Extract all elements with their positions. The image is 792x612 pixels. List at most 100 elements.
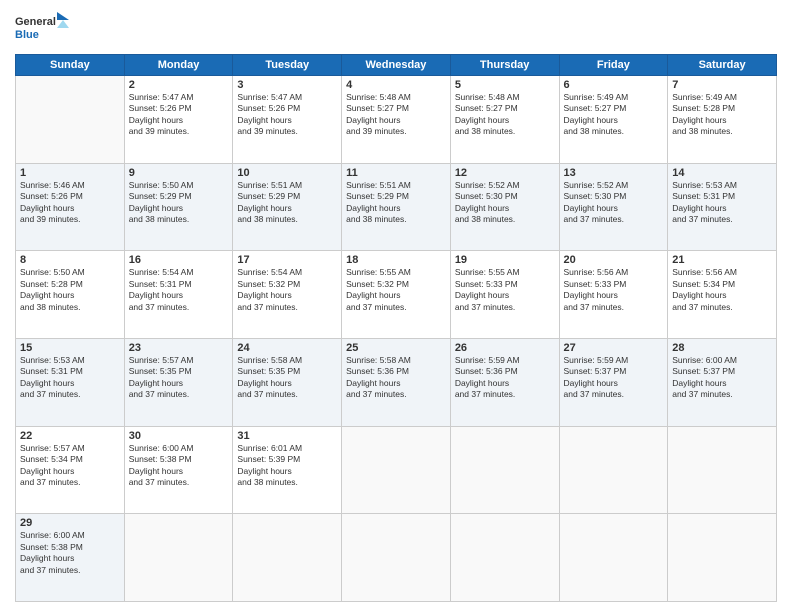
day-info: Sunrise: 5:56 AMSunset: 5:33 PMDaylight … xyxy=(564,267,629,311)
calendar-day-cell: 8Sunrise: 5:50 AMSunset: 5:28 PMDaylight… xyxy=(16,251,125,339)
calendar-day-cell: 29Sunrise: 6:00 AMSunset: 5:38 PMDayligh… xyxy=(16,514,125,602)
day-number: 17 xyxy=(237,254,337,266)
day-info: Sunrise: 5:47 AMSunset: 5:26 PMDaylight … xyxy=(237,92,302,136)
day-number: 22 xyxy=(20,430,120,442)
calendar-day-cell: 15Sunrise: 5:53 AMSunset: 5:31 PMDayligh… xyxy=(16,338,125,426)
calendar-day-cell: 25Sunrise: 5:58 AMSunset: 5:36 PMDayligh… xyxy=(342,338,451,426)
day-header: Friday xyxy=(559,55,668,76)
day-header: Monday xyxy=(124,55,233,76)
empty-cell xyxy=(16,76,125,164)
calendar-day-cell: 11Sunrise: 5:51 AMSunset: 5:29 PMDayligh… xyxy=(342,163,451,251)
calendar-week-row: 1Sunrise: 5:46 AMSunset: 5:26 PMDaylight… xyxy=(16,163,777,251)
calendar-day-cell: 6Sunrise: 5:49 AMSunset: 5:27 PMDaylight… xyxy=(559,76,668,164)
day-number: 24 xyxy=(237,342,337,354)
day-header: Thursday xyxy=(450,55,559,76)
day-info: Sunrise: 5:53 AMSunset: 5:31 PMDaylight … xyxy=(20,355,85,399)
day-number: 12 xyxy=(455,167,555,179)
calendar-table: SundayMondayTuesdayWednesdayThursdayFrid… xyxy=(15,54,777,602)
day-info: Sunrise: 5:59 AMSunset: 5:36 PMDaylight … xyxy=(455,355,520,399)
day-info: Sunrise: 5:56 AMSunset: 5:34 PMDaylight … xyxy=(672,267,737,311)
day-header: Tuesday xyxy=(233,55,342,76)
calendar-day-cell: 2Sunrise: 5:47 AMSunset: 5:26 PMDaylight… xyxy=(124,76,233,164)
day-number: 16 xyxy=(129,254,229,266)
empty-cell xyxy=(668,426,777,514)
empty-cell xyxy=(559,426,668,514)
calendar-week-row: 15Sunrise: 5:53 AMSunset: 5:31 PMDayligh… xyxy=(16,338,777,426)
day-info: Sunrise: 5:49 AMSunset: 5:27 PMDaylight … xyxy=(564,92,629,136)
day-number: 31 xyxy=(237,430,337,442)
calendar-day-cell: 21Sunrise: 5:56 AMSunset: 5:34 PMDayligh… xyxy=(668,251,777,339)
logo: General Blue xyxy=(15,10,70,48)
day-number: 14 xyxy=(672,167,772,179)
day-info: Sunrise: 5:50 AMSunset: 5:28 PMDaylight … xyxy=(20,267,85,311)
day-info: Sunrise: 5:55 AMSunset: 5:33 PMDaylight … xyxy=(455,267,520,311)
empty-cell xyxy=(450,514,559,602)
empty-cell xyxy=(342,514,451,602)
day-number: 2 xyxy=(129,79,229,91)
day-number: 29 xyxy=(20,517,120,529)
calendar-day-cell: 31Sunrise: 6:01 AMSunset: 5:39 PMDayligh… xyxy=(233,426,342,514)
day-info: Sunrise: 5:51 AMSunset: 5:29 PMDaylight … xyxy=(346,180,411,224)
logo-svg: General Blue xyxy=(15,10,70,48)
calendar-day-cell: 5Sunrise: 5:48 AMSunset: 5:27 PMDaylight… xyxy=(450,76,559,164)
day-info: Sunrise: 5:52 AMSunset: 5:30 PMDaylight … xyxy=(455,180,520,224)
header: General Blue xyxy=(15,10,777,48)
calendar-day-cell: 18Sunrise: 5:55 AMSunset: 5:32 PMDayligh… xyxy=(342,251,451,339)
day-number: 19 xyxy=(455,254,555,266)
day-header: Wednesday xyxy=(342,55,451,76)
day-info: Sunrise: 5:49 AMSunset: 5:28 PMDaylight … xyxy=(672,92,737,136)
calendar-day-cell: 19Sunrise: 5:55 AMSunset: 5:33 PMDayligh… xyxy=(450,251,559,339)
day-info: Sunrise: 5:50 AMSunset: 5:29 PMDaylight … xyxy=(129,180,194,224)
day-info: Sunrise: 5:58 AMSunset: 5:36 PMDaylight … xyxy=(346,355,411,399)
day-number: 8 xyxy=(20,254,120,266)
day-number: 1 xyxy=(20,167,120,179)
day-number: 28 xyxy=(672,342,772,354)
day-info: Sunrise: 6:00 AMSunset: 5:38 PMDaylight … xyxy=(129,443,194,487)
day-info: Sunrise: 5:57 AMSunset: 5:34 PMDaylight … xyxy=(20,443,85,487)
calendar-day-cell: 4Sunrise: 5:48 AMSunset: 5:27 PMDaylight… xyxy=(342,76,451,164)
day-number: 23 xyxy=(129,342,229,354)
day-info: Sunrise: 5:48 AMSunset: 5:27 PMDaylight … xyxy=(455,92,520,136)
day-number: 18 xyxy=(346,254,446,266)
day-number: 10 xyxy=(237,167,337,179)
day-info: Sunrise: 5:51 AMSunset: 5:29 PMDaylight … xyxy=(237,180,302,224)
day-info: Sunrise: 5:54 AMSunset: 5:32 PMDaylight … xyxy=(237,267,302,311)
calendar-day-cell: 20Sunrise: 5:56 AMSunset: 5:33 PMDayligh… xyxy=(559,251,668,339)
svg-text:Blue: Blue xyxy=(15,29,39,41)
empty-cell xyxy=(124,514,233,602)
day-info: Sunrise: 5:58 AMSunset: 5:35 PMDaylight … xyxy=(237,355,302,399)
day-number: 4 xyxy=(346,79,446,91)
day-info: Sunrise: 6:01 AMSunset: 5:39 PMDaylight … xyxy=(237,443,302,487)
day-info: Sunrise: 5:48 AMSunset: 5:27 PMDaylight … xyxy=(346,92,411,136)
day-info: Sunrise: 5:57 AMSunset: 5:35 PMDaylight … xyxy=(129,355,194,399)
calendar-day-cell: 14Sunrise: 5:53 AMSunset: 5:31 PMDayligh… xyxy=(668,163,777,251)
calendar-day-cell: 3Sunrise: 5:47 AMSunset: 5:26 PMDaylight… xyxy=(233,76,342,164)
day-info: Sunrise: 5:53 AMSunset: 5:31 PMDaylight … xyxy=(672,180,737,224)
calendar-day-cell: 24Sunrise: 5:58 AMSunset: 5:35 PMDayligh… xyxy=(233,338,342,426)
day-info: Sunrise: 5:46 AMSunset: 5:26 PMDaylight … xyxy=(20,180,85,224)
day-number: 3 xyxy=(237,79,337,91)
day-number: 9 xyxy=(129,167,229,179)
calendar-day-cell: 13Sunrise: 5:52 AMSunset: 5:30 PMDayligh… xyxy=(559,163,668,251)
calendar-day-cell: 12Sunrise: 5:52 AMSunset: 5:30 PMDayligh… xyxy=(450,163,559,251)
calendar-day-cell: 7Sunrise: 5:49 AMSunset: 5:28 PMDaylight… xyxy=(668,76,777,164)
day-number: 25 xyxy=(346,342,446,354)
day-number: 27 xyxy=(564,342,664,354)
day-header: Saturday xyxy=(668,55,777,76)
day-info: Sunrise: 6:00 AMSunset: 5:38 PMDaylight … xyxy=(20,530,85,574)
empty-cell xyxy=(233,514,342,602)
day-number: 11 xyxy=(346,167,446,179)
day-number: 30 xyxy=(129,430,229,442)
day-number: 5 xyxy=(455,79,555,91)
calendar-day-cell: 9Sunrise: 5:50 AMSunset: 5:29 PMDaylight… xyxy=(124,163,233,251)
calendar-week-row: 22Sunrise: 5:57 AMSunset: 5:34 PMDayligh… xyxy=(16,426,777,514)
page: General Blue SundayMondayTuesdayWednesda… xyxy=(0,0,792,612)
calendar-day-cell: 17Sunrise: 5:54 AMSunset: 5:32 PMDayligh… xyxy=(233,251,342,339)
day-number: 7 xyxy=(672,79,772,91)
day-info: Sunrise: 5:54 AMSunset: 5:31 PMDaylight … xyxy=(129,267,194,311)
header-row: SundayMondayTuesdayWednesdayThursdayFrid… xyxy=(16,55,777,76)
day-number: 15 xyxy=(20,342,120,354)
calendar-day-cell: 27Sunrise: 5:59 AMSunset: 5:37 PMDayligh… xyxy=(559,338,668,426)
day-number: 21 xyxy=(672,254,772,266)
calendar-day-cell: 30Sunrise: 6:00 AMSunset: 5:38 PMDayligh… xyxy=(124,426,233,514)
